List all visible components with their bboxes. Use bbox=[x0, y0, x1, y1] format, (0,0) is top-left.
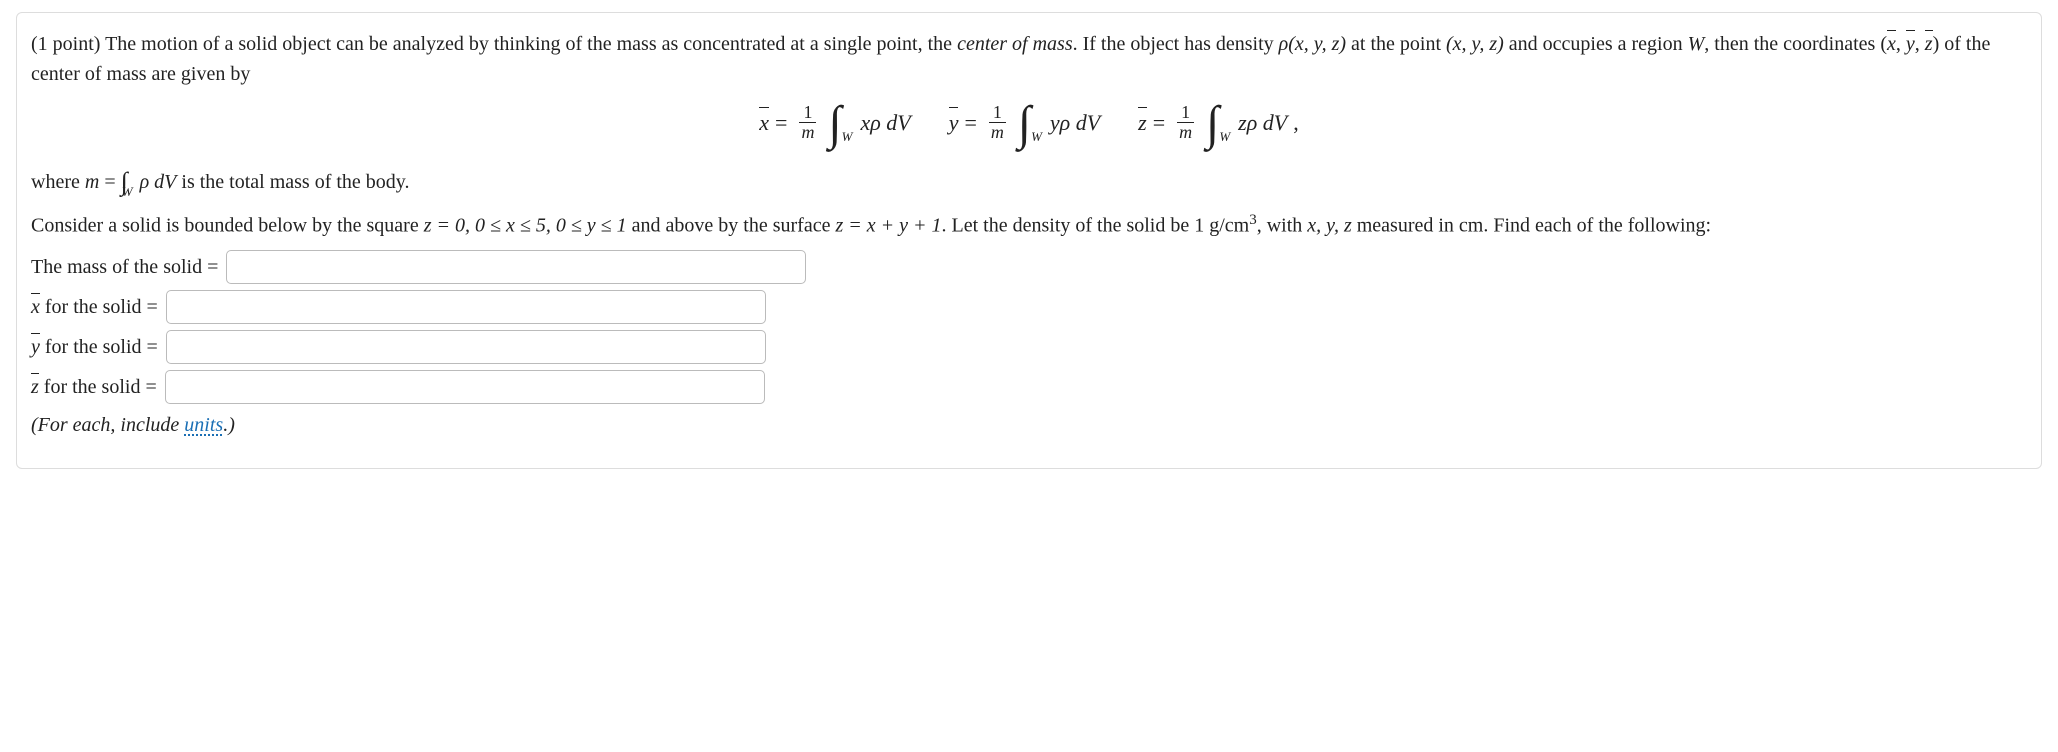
frac-1-m: 1m bbox=[797, 103, 818, 142]
xbar-label: x for the solid = bbox=[31, 292, 158, 322]
intro-paragraph: (1 point) The motion of a solid object c… bbox=[31, 29, 2027, 89]
ybar-label: y for the solid = bbox=[31, 332, 158, 362]
surface-expr: z = x + y + 1 bbox=[835, 214, 941, 236]
intro-text-c: at the point bbox=[1351, 33, 1446, 55]
bounds-expr: z = 0, 0 ≤ x ≤ 5, 0 ≤ y ≤ 1 bbox=[424, 214, 627, 236]
com-coords: (x, y, z) bbox=[1880, 33, 1939, 55]
zbar-label: z for the solid = bbox=[31, 372, 157, 402]
ybar-formula: y = 1m ∫W yρ dV bbox=[949, 103, 1100, 142]
mass-input[interactable] bbox=[226, 250, 806, 284]
intro-text-b: . If the object has density bbox=[1073, 33, 1279, 55]
ybar-input[interactable] bbox=[166, 330, 766, 364]
xbar-input[interactable] bbox=[166, 290, 766, 324]
mass-label: The mass of the solid = bbox=[31, 252, 218, 282]
zbar-input[interactable] bbox=[165, 370, 765, 404]
intro-text-a: The motion of a solid object can be anal… bbox=[105, 33, 957, 55]
problem-statement: Consider a solid is bounded below by the… bbox=[31, 209, 2027, 241]
region-w: W bbox=[1688, 33, 1705, 55]
units-link[interactable]: units bbox=[184, 414, 223, 436]
mass-answer-row: The mass of the solid = bbox=[31, 250, 2027, 284]
intro-text-d: and occupies a region bbox=[1504, 33, 1688, 55]
rho-expr: ρ(x, y, z) bbox=[1279, 33, 1346, 55]
integral-icon: ∫ bbox=[1018, 105, 1031, 143]
ybar-answer-row: y for the solid = bbox=[31, 330, 2027, 364]
formula-row: x = 1m ∫W xρ dV y = 1m ∫W yρ dV z = 1m ∫… bbox=[31, 103, 2027, 142]
problem-container: (1 point) The motion of a solid object c… bbox=[16, 12, 2042, 469]
integral-icon: ∫ bbox=[828, 105, 841, 143]
point-expr: (x, y, z) bbox=[1446, 33, 1504, 55]
zbar-formula: z = 1m ∫W zρ dV, bbox=[1138, 103, 1299, 142]
integral-icon: ∫ bbox=[1206, 105, 1219, 143]
xbar-answer-row: x for the solid = bbox=[31, 290, 2027, 324]
where-line: where m = ∫W ρ dV is the total mass of t… bbox=[31, 160, 2027, 199]
intro-text-e: , then the coordinates bbox=[1704, 33, 1880, 55]
xbar-formula: x = 1m ∫W xρ dV bbox=[759, 103, 910, 142]
units-hint: (For each, include units.) bbox=[31, 410, 2027, 440]
points-label: (1 point) bbox=[31, 33, 100, 55]
zbar-answer-row: z for the solid = bbox=[31, 370, 2027, 404]
center-of-mass-term: center of mass bbox=[957, 33, 1073, 55]
